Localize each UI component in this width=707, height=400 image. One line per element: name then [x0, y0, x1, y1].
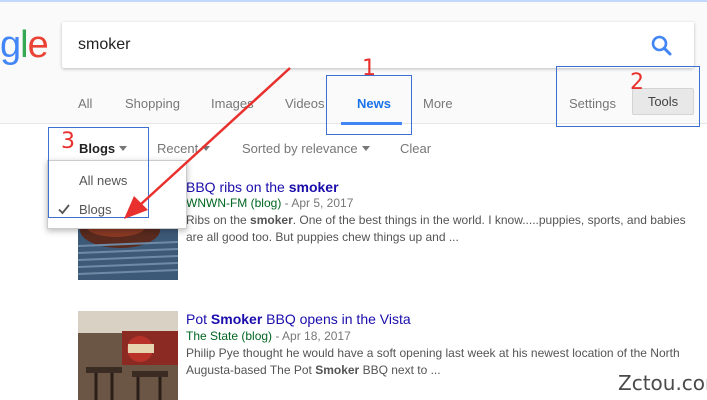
- search-results-page: gle All Shopping Images Videos News More…: [0, 0, 707, 400]
- annotation-arrow: [124, 67, 291, 219]
- watermark: Zctou.com: [618, 371, 707, 395]
